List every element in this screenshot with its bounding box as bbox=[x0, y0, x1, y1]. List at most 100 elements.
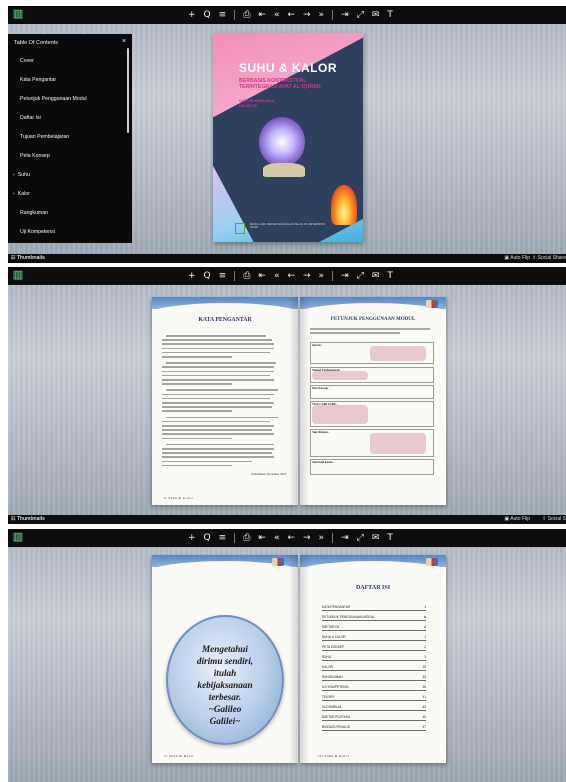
feature-title: Tahu kah kamu... bbox=[312, 460, 335, 464]
forward-icon[interactable]: → bbox=[303, 267, 311, 285]
print-icon[interactable]: ⎙ bbox=[243, 267, 250, 285]
toc-scrollbar[interactable] bbox=[127, 48, 129, 133]
toc-item[interactable]: Kata Pengantar bbox=[8, 71, 132, 90]
first-page-icon[interactable]: ⇤ bbox=[258, 6, 266, 24]
first-page-icon[interactable]: ⇤ bbox=[258, 267, 266, 285]
toc-item[interactable]: › Suhu bbox=[8, 166, 132, 185]
toc-item[interactable]: Peta Konsep bbox=[8, 147, 132, 166]
daftar-isi-row[interactable]: KATA PENGANTAR ii bbox=[322, 603, 426, 611]
daftar-isi-row[interactable]: SUHU 3 bbox=[322, 653, 426, 661]
email-icon[interactable]: ✉ bbox=[372, 529, 380, 547]
toc-item[interactable]: Rangkuman bbox=[8, 204, 132, 223]
daftar-isi-label: KATA PENGANTAR bbox=[322, 605, 351, 609]
fullscreen-icon[interactable]: ⤢ bbox=[357, 529, 364, 547]
next-page-icon[interactable]: » bbox=[319, 267, 325, 285]
daftar-isi-page: 47 bbox=[422, 725, 426, 729]
daftar-isi-row[interactable]: BIODATA PENULIS 47 bbox=[322, 723, 426, 731]
body-text-line bbox=[162, 379, 274, 381]
expand-arrow-icon[interactable]: › bbox=[13, 191, 15, 197]
next-page-icon[interactable]: » bbox=[319, 529, 325, 547]
print-icon[interactable]: ⎙ bbox=[243, 6, 250, 24]
back-icon[interactable]: ← bbox=[287, 529, 295, 547]
text-mode-icon[interactable]: T bbox=[387, 529, 393, 547]
email-icon[interactable]: ✉ bbox=[372, 267, 380, 285]
forward-icon[interactable]: → bbox=[303, 6, 311, 24]
page-kata-pengantar[interactable]: KATA PENGANTAR Tembilahan, November 2023… bbox=[152, 297, 298, 505]
daftar-isi-row[interactable]: GLOSARIUM 43 bbox=[322, 703, 426, 711]
toc-item[interactable]: Daftar Isi bbox=[8, 109, 132, 128]
app-logo-icon: ▥ bbox=[12, 269, 24, 281]
print-icon[interactable]: ⎙ bbox=[243, 529, 250, 547]
daftar-isi-row[interactable]: PETA KONSEP 2 bbox=[322, 643, 426, 651]
book-cover[interactable]: SUHU & KALOR BERBASIS KONTEKSTUAL TERINT… bbox=[213, 33, 363, 242]
body-text-line bbox=[162, 464, 232, 467]
cover-grade-line: DAFTAR KIMIA BIDA bbox=[239, 99, 275, 103]
toc-item[interactable]: Tujuan Pembelajaran bbox=[8, 128, 132, 147]
first-page-icon[interactable]: ⇤ bbox=[258, 529, 266, 547]
thumbnails-button[interactable]: ☷ Thumbnails bbox=[11, 515, 45, 524]
email-icon[interactable]: ✉ bbox=[372, 6, 380, 24]
daftar-isi-row[interactable]: SUHU & KALOR 1 bbox=[322, 633, 426, 641]
daftar-isi-row[interactable]: KALOR 19 bbox=[322, 663, 426, 671]
cover-glow-illustration bbox=[259, 117, 305, 167]
toc-item-label: Peta Konsep bbox=[20, 153, 50, 159]
previous-page-icon[interactable]: « bbox=[274, 529, 280, 547]
daftar-isi-row[interactable]: UJI KOMPETENSI 35 bbox=[322, 683, 426, 691]
previous-page-icon[interactable]: « bbox=[274, 6, 280, 24]
daftar-isi-page: 2 bbox=[424, 645, 426, 649]
daftar-isi-row[interactable]: TEKSBY 41 bbox=[322, 693, 426, 701]
zoom-in-icon[interactable]: + bbox=[188, 267, 196, 285]
back-icon[interactable]: ← bbox=[287, 6, 295, 24]
fullscreen-icon[interactable]: ⤢ bbox=[357, 6, 364, 24]
previous-page-icon[interactable]: « bbox=[274, 267, 280, 285]
text-mode-icon[interactable]: T bbox=[387, 6, 393, 24]
next-page-icon[interactable]: » bbox=[319, 6, 325, 24]
quote-line: dirimu sendiri, bbox=[196, 656, 254, 666]
flipbook-viewer-spread-2: ▥ + Q ≡ ⎙ ⇤ « ← → » ⇥ ⤢ ✉ T Mengetahui dirimu sendiri… bbox=[8, 529, 566, 782]
page-quote[interactable]: Mengetahui dirimu sendiri, itulah kebijaksa… bbox=[152, 555, 298, 763]
toc-item[interactable]: Petunjuk Penggunaan Modul bbox=[8, 90, 132, 109]
daftar-isi-row[interactable]: DAFTAR ISI vi bbox=[322, 623, 426, 631]
search-icon[interactable]: Q bbox=[204, 267, 211, 285]
table-of-contents-icon[interactable]: ≡ bbox=[219, 529, 227, 547]
quote-line: itulah bbox=[213, 668, 237, 678]
toc-item[interactable]: Uji Kompetensi bbox=[8, 223, 132, 242]
daftar-isi-page: vi bbox=[423, 625, 426, 629]
table-of-contents-icon[interactable]: ≡ bbox=[219, 6, 227, 24]
auto-flip-button[interactable]: ▣ Auto Flip bbox=[504, 515, 530, 524]
toc-item[interactable]: › Kalor bbox=[8, 185, 132, 204]
top-toolbar: ▥ + Q ≡ ⎙ ⇤ « ← → » ⇥ ⤢ ✉ T bbox=[8, 267, 566, 285]
back-icon[interactable]: ← bbox=[287, 267, 295, 285]
daftar-isi-label: KALOR bbox=[322, 665, 333, 669]
social-share-button[interactable]: ⇪ Social Share bbox=[532, 254, 566, 263]
quote-line: terbesar. bbox=[208, 692, 242, 702]
close-icon[interactable]: × bbox=[122, 38, 126, 45]
page-daftar-isi[interactable]: DAFTAR ISI KATA PENGANTAR ii PETUNJUK PENG… bbox=[300, 555, 446, 763]
expand-arrow-icon[interactable]: › bbox=[13, 172, 15, 178]
social-share-button[interactable]: ⇪ Social S bbox=[542, 515, 566, 524]
toc-item[interactable]: Cover bbox=[8, 52, 132, 71]
text-mode-icon[interactable]: T bbox=[387, 267, 393, 285]
thumbnails-button[interactable]: ☷ Thumbnails bbox=[11, 254, 45, 263]
search-icon[interactable]: Q bbox=[204, 529, 211, 547]
search-icon[interactable]: Q bbox=[204, 6, 211, 24]
last-page-icon[interactable]: ⇥ bbox=[341, 267, 349, 285]
forward-icon[interactable]: → bbox=[303, 529, 311, 547]
daftar-isi-row[interactable]: PETUNJUK PENGGUNAAN MODUL iii bbox=[322, 613, 426, 621]
last-page-icon[interactable]: ⇥ bbox=[341, 6, 349, 24]
auto-flip-button[interactable]: ▣ Auto Flip bbox=[504, 254, 530, 263]
page-petunjuk[interactable]: PETUNJUK PENGGUNAAN MODUL Quran : Tujuan … bbox=[300, 297, 446, 505]
fullscreen-icon[interactable]: ⤢ bbox=[357, 267, 364, 285]
header-figure-icon bbox=[426, 300, 438, 308]
zoom-in-icon[interactable]: + bbox=[188, 529, 196, 547]
daftar-isi-row[interactable]: RANGKUMAN 33 bbox=[322, 673, 426, 681]
toc-item-label: Daftar Isi bbox=[20, 115, 41, 121]
last-page-icon[interactable]: ⇥ bbox=[341, 529, 349, 547]
quote-text: Mengetahui dirimu sendiri, itulah kebijaksa… bbox=[168, 643, 282, 727]
body-text-line bbox=[166, 362, 276, 364]
zoom-in-icon[interactable]: + bbox=[188, 6, 196, 24]
page-footer-text: Suhu & Kalor bbox=[168, 496, 194, 500]
body-text-line bbox=[166, 416, 278, 419]
daftar-isi-row[interactable]: DAFTAR PUSTAKA 45 bbox=[322, 713, 426, 721]
table-of-contents-icon[interactable]: ≡ bbox=[219, 267, 227, 285]
